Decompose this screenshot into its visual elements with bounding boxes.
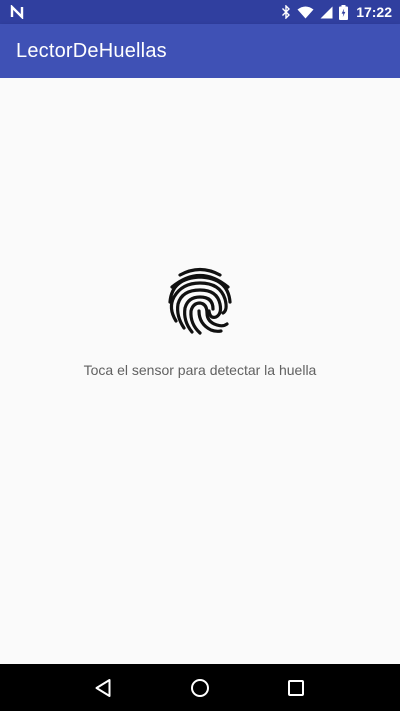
status-bar: 17:22 — [0, 0, 400, 24]
wifi-icon — [297, 6, 314, 19]
app-bar: LectorDeHuellas — [0, 24, 400, 78]
recents-icon[interactable] — [272, 668, 320, 708]
back-icon[interactable] — [80, 668, 128, 708]
bluetooth-icon — [281, 5, 291, 19]
main-content: Toca el sensor para detectar la huella — [0, 78, 400, 664]
cellular-signal-icon — [320, 6, 333, 19]
home-icon[interactable] — [176, 668, 224, 708]
battery-charging-icon — [339, 4, 349, 20]
notification-n-icon — [10, 5, 24, 19]
navigation-bar — [0, 664, 400, 711]
instruction-text: Toca el sensor para detectar la huella — [83, 362, 317, 378]
status-time: 17:22 — [356, 4, 392, 20]
app-title: LectorDeHuellas — [16, 39, 167, 62]
fingerprint-icon — [166, 266, 234, 336]
